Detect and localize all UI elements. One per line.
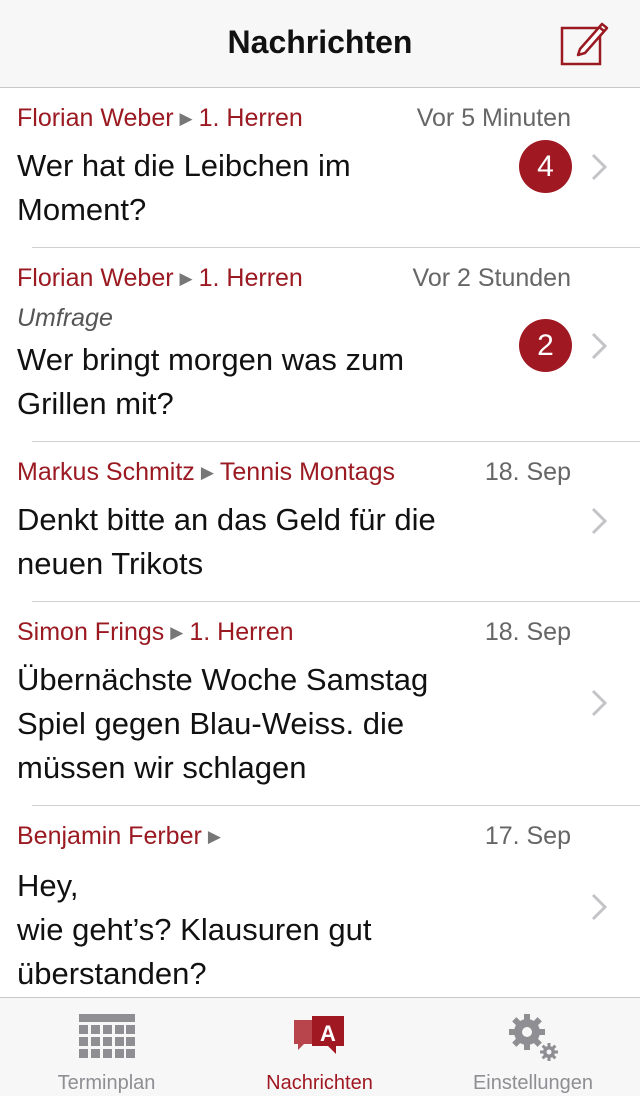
unread-badge: 2: [519, 319, 572, 372]
unread-badge: 4: [519, 140, 572, 193]
message-line: Hey,: [17, 868, 79, 903]
message-text: Übernächste Woche Samstag Spiel gegen Bl…: [17, 658, 557, 790]
chevron-right-icon: [591, 893, 608, 921]
message-row[interactable]: Florian Weber ▶ 1. Herren Vor 5 Minuten We…: [0, 88, 640, 248]
message-meta: Florian Weber ▶ 1. Herren: [17, 264, 303, 293]
message-line: müssen wir schlagen: [17, 750, 307, 785]
sender-name: Benjamin Ferber: [17, 822, 202, 850]
message-list: Florian Weber ▶ 1. Herren Vor 5 Minuten We…: [0, 88, 640, 997]
compose-icon: [560, 22, 609, 66]
sender-name: Florian Weber: [17, 104, 174, 132]
message-row[interactable]: Benjamin Ferber ▶ 17. Sep Hey, wie geht’s…: [0, 806, 640, 997]
svg-text:A: A: [320, 1021, 336, 1046]
chevron-right-icon: [591, 153, 608, 181]
arrow-right-icon: ▶: [179, 109, 193, 128]
group-name: Tennis Montags: [219, 458, 395, 486]
message-time: 17. Sep: [484, 822, 571, 850]
message-line: überstanden?: [17, 956, 207, 991]
arrow-right-icon: ▶: [170, 623, 184, 642]
sender-name: Markus Schmitz: [17, 458, 195, 486]
message-meta: Markus Schmitz ▶ Tennis Montags: [17, 458, 395, 487]
message-time: 18. Sep: [484, 618, 571, 646]
calendar-grid-icon: [78, 1014, 135, 1058]
arrow-right-icon: ▶: [200, 463, 214, 482]
compose-button[interactable]: [558, 18, 610, 68]
message-line: Grillen mit?: [17, 386, 174, 421]
tab-nachrichten[interactable]: A Nachrichten: [213, 998, 426, 1096]
message-line: neuen Trikots: [17, 546, 204, 581]
sender-name: Florian Weber: [17, 264, 174, 292]
message-time: Vor 2 Stunden: [412, 264, 571, 292]
group-name: 1. Herren: [189, 618, 294, 646]
message-meta: Simon Frings ▶ 1. Herren: [17, 618, 294, 647]
tab-bar: Terminplan A Nachrichten Einstellungen: [0, 997, 640, 1096]
chevron-right-icon: [591, 689, 608, 717]
message-text: Hey, wie geht’s? Klausuren gut überstand…: [17, 864, 557, 996]
tab-label: Terminplan: [57, 1072, 156, 1094]
poll-label: Umfrage: [17, 304, 113, 332]
page-title: Nachrichten: [227, 24, 413, 60]
message-line: Spiel gegen Blau-Weiss. die: [17, 706, 405, 741]
tab-einstellungen[interactable]: Einstellungen: [426, 998, 640, 1096]
message-line: Denkt bitte an das Geld für die: [17, 502, 436, 537]
message-text: Denkt bitte an das Geld für die neuen Tr…: [17, 498, 557, 586]
tab-label: Nachrichten: [266, 1072, 373, 1094]
gear-icon: [509, 1014, 558, 1061]
tab-terminplan[interactable]: Terminplan: [0, 998, 213, 1096]
arrow-right-icon: ▶: [207, 827, 221, 846]
navigation-bar: Nachrichten: [0, 0, 640, 88]
message-text: Wer bringt morgen was zum Grillen mit?: [17, 338, 517, 426]
chevron-right-icon: [591, 332, 608, 360]
message-meta: Benjamin Ferber ▶: [17, 822, 227, 851]
message-line: Moment?: [17, 192, 147, 227]
message-line: wie geht’s? Klausuren gut: [17, 912, 372, 947]
message-line: Wer bringt morgen was zum: [17, 342, 405, 377]
sender-name: Simon Frings: [17, 618, 165, 646]
message-row[interactable]: Florian Weber ▶ 1. Herren Vor 2 Stunden Um…: [0, 248, 640, 442]
message-line: Übernächste Woche Samstag: [17, 662, 429, 697]
group-name: 1. Herren: [198, 264, 303, 292]
arrow-right-icon: ▶: [179, 269, 193, 288]
tab-label: Einstellungen: [472, 1072, 594, 1094]
message-line: Wer hat die Leibchen im: [17, 148, 351, 183]
message-time: 18. Sep: [484, 458, 571, 486]
message-time: Vor 5 Minuten: [416, 104, 571, 132]
message-row[interactable]: Markus Schmitz ▶ Tennis Montags 18. Sep De…: [0, 442, 640, 602]
message-row[interactable]: Simon Frings ▶ 1. Herren 18. Sep Übernächs…: [0, 602, 640, 806]
group-name: 1. Herren: [198, 104, 303, 132]
message-meta: Florian Weber ▶ 1. Herren: [17, 104, 303, 133]
message-text: Wer hat die Leibchen im Moment?: [17, 144, 517, 232]
messages-icon: A: [293, 1016, 344, 1054]
chevron-right-icon: [591, 507, 608, 535]
